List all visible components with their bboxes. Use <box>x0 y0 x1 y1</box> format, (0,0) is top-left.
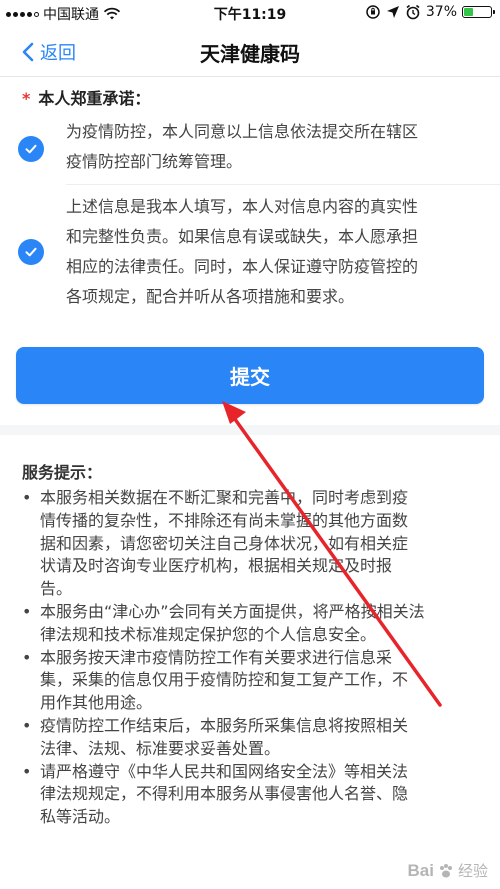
orientation-lock-icon <box>366 5 380 19</box>
status-bar: 中国联通 下午11:19 37% <box>0 0 500 26</box>
submit-area: 提交 <box>0 320 500 425</box>
promise-text-1: 为疫情防控，本人同意以上信息依法提交所在辖区 疫情防控部门统筹管理。 <box>66 117 482 177</box>
watermark-suffix: 经验 <box>457 863 488 880</box>
battery-icon <box>462 6 495 18</box>
status-right: 37% <box>365 4 495 20</box>
navigation-bar: 返回 天津健康码 <box>0 26 500 77</box>
item-divider <box>66 184 500 185</box>
tip-3-line-2: 集，采集的信息仅用于疫情防控和复工复产工作，不 <box>40 670 409 690</box>
tips-title: 服务提示： <box>22 463 103 482</box>
promise-text-1-line-1: 为疫情防控，本人同意以上信息依法提交所在辖区 <box>66 122 419 141</box>
service-tips-section: 服务提示： 本服务相关数据在不断汇聚和完善中，同时考虑到疫 情传播的复杂性，不排… <box>0 435 500 889</box>
tip-item-1: 本服务相关数据在不断汇聚和完善中，同时考虑到疫 情传播的复杂性，不排除还有尚未掌… <box>22 487 462 601</box>
tip-1-line-4: 状请及时咨询专业医疗机构，根据相关规定及时报 <box>40 556 393 576</box>
checkbox-checked-2[interactable] <box>18 239 44 265</box>
tip-1-line-3: 据和因素，请您密切关注自己身体状况，如有相关症 <box>40 533 409 553</box>
alarm-clock-icon <box>406 4 420 20</box>
tip-item-3: 本服务按天津市疫情防控工作有关要求进行信息采 集，采集的信息仅用于疫情防控和复工… <box>22 647 462 715</box>
tip-3-line-3: 用作其他用途。 <box>40 693 153 713</box>
tip-2-line-1: 本服务由“津心办”会同有关方面提供，将严格按相关法 <box>40 601 425 621</box>
promise-heading-text: 本人郑重承诺： <box>38 89 151 108</box>
promise-section: * 本人郑重承诺： 为疫情防控，本人同意以上信息依法提交所在辖区 疫情防控部门统筹… <box>0 77 500 320</box>
required-star: * <box>22 89 31 108</box>
tip-4-line-2: 法律、法规、标准要求妥善处置。 <box>40 738 281 758</box>
promise-text-1-line-2: 疫情防控部门统筹管理。 <box>66 152 243 171</box>
checkmark-icon <box>25 144 37 154</box>
submit-button[interactable]: 提交 <box>16 347 484 404</box>
location-arrow-icon <box>386 6 399 18</box>
promise-text-2-line-3: 相应的法律责任。同时，本人保证遵守防疫管控的 <box>66 257 419 276</box>
promise-text-2-line-2: 和完整性负责。如果信息有误或缺失，本人愿承担 <box>66 227 419 246</box>
promise-heading: * 本人郑重承诺： <box>22 85 150 109</box>
watermark: Bai 经验 <box>408 860 488 881</box>
paw-logo-icon <box>439 863 452 877</box>
promise-text-2-line-1: 上述信息是我本人填写，本人对信息内容的真实性 <box>66 197 419 216</box>
battery-percent: 37% <box>425 4 457 20</box>
tips-list: 本服务相关数据在不断汇聚和完善中，同时考虑到疫 情传播的复杂性，不排除还有尚未掌… <box>22 487 462 829</box>
tip-4-line-1: 疫情防控工作结束后，本服务所采集信息将按照相关 <box>40 715 409 735</box>
tip-5-line-1: 请严格遵守《中华人民共和国网络安全法》等相关法 <box>40 761 409 781</box>
tip-item-5: 请严格遵守《中华人民共和国网络安全法》等相关法 律法规规定，不得利用本服务从事侵… <box>22 761 462 829</box>
page-title: 天津健康码 <box>200 42 300 66</box>
tip-5-line-2: 律法规规定，不得利用本服务从事侵害他人名誉、隐 <box>40 784 409 804</box>
tip-5-line-3: 私等活动。 <box>40 807 121 827</box>
promise-text-2: 上述信息是我本人填写，本人对信息内容的真实性 和完整性负责。如果信息有误或缺失，… <box>66 192 482 312</box>
checkmark-icon <box>25 247 37 257</box>
tip-1-line-5: 告。 <box>40 579 73 599</box>
promise-item-1[interactable]: 为疫情防控，本人同意以上信息依法提交所在辖区 疫情防控部门统筹管理。 <box>18 117 482 187</box>
checkbox-checked-1[interactable] <box>18 136 44 162</box>
tip-1-line-2: 情传播的复杂性，不排除还有尚未掌握的其他方面数 <box>40 510 409 530</box>
battery-level-fill <box>464 8 473 16</box>
tip-item-2: 本服务由“津心办”会同有关方面提供，将严格按相关法 律法规和技术标准规定保护您的… <box>22 601 462 647</box>
tip-item-4: 疫情防控工作结束后，本服务所采集信息将按照相关 法律、法规、标准要求妥善处置。 <box>22 715 462 761</box>
tip-2-line-2: 律法规和技术标准规定保护您的个人信息安全。 <box>40 624 377 644</box>
watermark-logo: Bai <box>407 860 434 880</box>
tip-1-line-1: 本服务相关数据在不断汇聚和完善中，同时考虑到疫 <box>40 488 409 507</box>
promise-text-2-line-4: 各项规定，配合并听从各项措施和要求。 <box>66 287 355 306</box>
tip-3-line-1: 本服务按天津市疫情防控工作有关要求进行信息采 <box>40 647 393 667</box>
